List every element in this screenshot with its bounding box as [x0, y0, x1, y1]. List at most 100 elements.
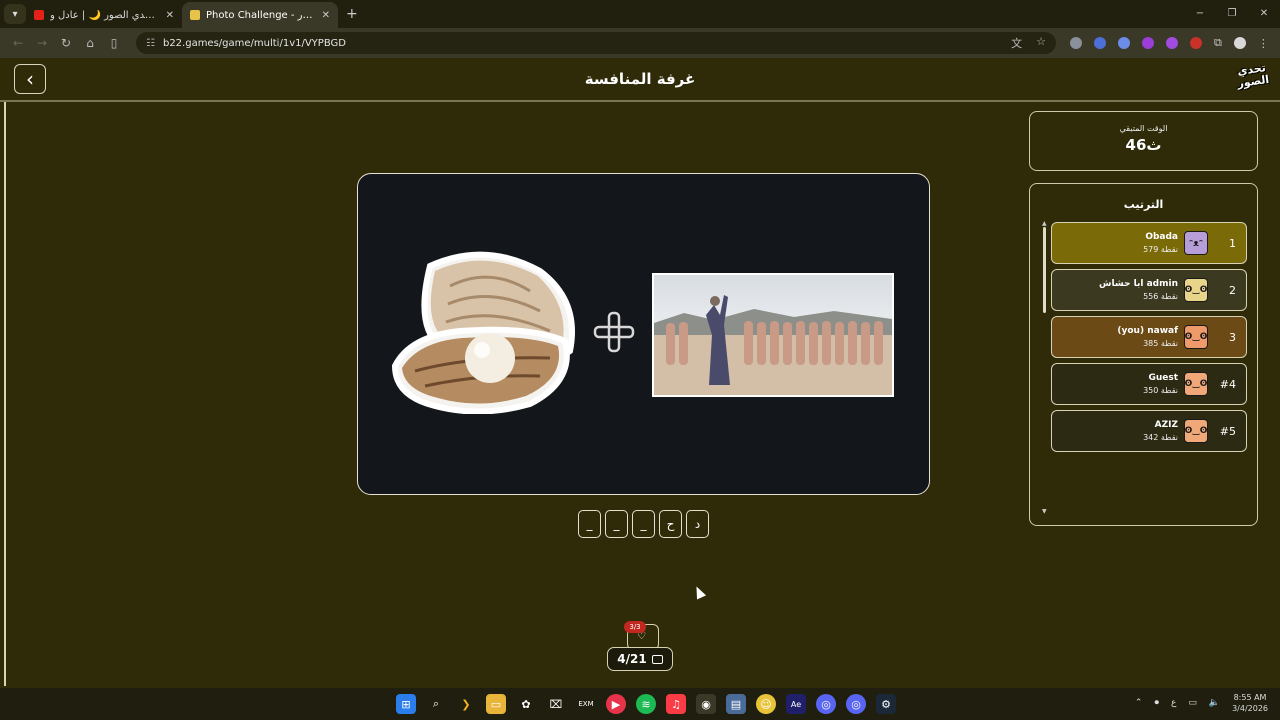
- clock-date: 3/4/2026: [1232, 704, 1268, 713]
- language-indicator[interactable]: ع: [1171, 698, 1176, 708]
- music-icon[interactable]: ♫: [666, 694, 686, 714]
- close-tab-icon[interactable]: ✕: [322, 10, 330, 21]
- app-icon[interactable]: ⌧: [546, 694, 566, 714]
- url-text: b22.games/game/multi/1v1/VYPBGD: [162, 37, 346, 49]
- extension-icon[interactable]: [1166, 37, 1178, 49]
- answer-slot[interactable]: _: [578, 510, 601, 538]
- answer-slot[interactable]: ح: [659, 510, 682, 538]
- player-avatar-icon: ʘ‿ʘ: [1184, 325, 1208, 349]
- ranking-row: Obada 579 نقطة ᵔᴥᵔ 1: [1051, 222, 1247, 264]
- extension-icon[interactable]: [1118, 37, 1130, 49]
- page-scrollbar[interactable]: [4, 102, 6, 686]
- microphone-icon[interactable]: ⏺: [1154, 698, 1159, 708]
- page-header: ‹ غرفة المنافسة تحدي الصور: [0, 58, 1280, 102]
- browser-menu-icon[interactable]: ⋮: [1258, 37, 1269, 50]
- player-rank: #5: [1219, 424, 1236, 438]
- ranking-list: Obada 579 نقطة ᵔᴥᵔ 1 ابا حشاش admin 556 نق…: [1051, 222, 1247, 457]
- ranking-row: AZIZ 342 نقطة ʘ‿ʘ #5: [1051, 410, 1247, 452]
- media-player-icon[interactable]: ▶: [606, 694, 626, 714]
- site-info-icon[interactable]: ☷: [146, 38, 155, 49]
- close-tab-icon[interactable]: ✕: [166, 10, 174, 21]
- round-counter-value: 4/21: [617, 652, 647, 666]
- site-logo[interactable]: تحدي الصور: [1232, 61, 1274, 99]
- ranking-row: ابا حشاش admin 556 نقطة ʘ‿ʘ 2: [1051, 269, 1247, 311]
- pearl-oyster-image: [391, 251, 575, 414]
- chrome-icon[interactable]: ◉: [696, 694, 716, 714]
- reload-icon[interactable]: ↻: [54, 36, 78, 50]
- split-view-icon[interactable]: ▯: [102, 36, 126, 50]
- player-points: 579 نقطة: [1143, 245, 1178, 254]
- player-name: AZIZ: [1154, 420, 1178, 430]
- browser-toolbar: ← → ↻ ⌂ ▯ ☷ b22.games/game/multi/1v1/VYP…: [0, 28, 1280, 58]
- app-icon[interactable]: ✿: [516, 694, 536, 714]
- maximize-button[interactable]: ❐: [1216, 0, 1248, 28]
- extension-icon[interactable]: [1190, 37, 1202, 49]
- player-name: (you) nawaf: [1117, 326, 1178, 336]
- search-icon[interactable]: ⌕: [426, 694, 446, 714]
- game-page: ‹ غرفة المنافسة تحدي الصور الوقت المتبقي…: [0, 58, 1280, 688]
- discord-icon[interactable]: ◎: [846, 694, 866, 714]
- player-avatar-icon: ʘ‿ʘ: [1184, 419, 1208, 443]
- tab-photo-challenge[interactable]: Photo Challenge - تحدي الصور ✕: [182, 2, 338, 28]
- youtube-favicon-icon: [34, 10, 44, 20]
- mouse-cursor-icon: [691, 584, 707, 600]
- ranking-scrollbar[interactable]: [1043, 227, 1046, 313]
- steam-icon[interactable]: ⚙: [876, 694, 896, 714]
- image-icon: [651, 654, 663, 664]
- tab-search-button[interactable]: ▾: [4, 4, 26, 24]
- hints-remaining-badge: 3/3: [624, 621, 646, 633]
- ranking-row: (you) nawaf 385 نقطة ʘ‿ʘ 3: [1051, 316, 1247, 358]
- network-icon[interactable]: ▭: [1188, 698, 1197, 708]
- scroll-up-icon[interactable]: ▲: [1042, 220, 1047, 227]
- extensions-puzzle-icon[interactable]: ⧉: [1214, 36, 1222, 50]
- player-name: ابا حشاش admin: [1099, 279, 1178, 289]
- forward-nav-icon[interactable]: →: [30, 36, 54, 50]
- close-window-button[interactable]: ✕: [1248, 0, 1280, 28]
- page-title: غرفة المنافسة: [584, 70, 696, 88]
- spotify-icon[interactable]: ≋: [636, 694, 656, 714]
- minimize-button[interactable]: −: [1184, 0, 1216, 28]
- tab-title: Photo Challenge - تحدي الصور: [206, 9, 316, 21]
- extension-icon[interactable]: [1094, 37, 1106, 49]
- answer-slot[interactable]: _: [632, 510, 655, 538]
- extension-icon[interactable]: [1142, 37, 1154, 49]
- game-favicon-icon: [190, 10, 200, 20]
- player-points: 556 نقطة: [1143, 292, 1178, 301]
- window-controls: − ❐ ✕: [1184, 0, 1280, 28]
- tab-title: بطولة تحدي الصور 🌙 | عادل و...: [50, 9, 160, 21]
- windows-start-icon[interactable]: ⊞: [396, 694, 416, 714]
- browser-tab-bar: ▾ بطولة تحدي الصور 🌙 | عادل و... ✕ Photo…: [0, 0, 1280, 28]
- tray-chevron-icon[interactable]: ⌃: [1135, 698, 1143, 708]
- new-tab-button[interactable]: +: [346, 6, 358, 22]
- discord-icon[interactable]: ◎: [816, 694, 836, 714]
- timer-value: 46ث: [1125, 136, 1162, 154]
- profile-avatar[interactable]: [1233, 37, 1246, 49]
- answer-slot[interactable]: _: [605, 510, 628, 538]
- home-icon[interactable]: ⌂: [78, 36, 102, 50]
- address-bar[interactable]: ☷ b22.games/game/multi/1v1/VYPBGD 文 ☆: [136, 32, 1056, 54]
- scroll-down-icon[interactable]: ▼: [1042, 508, 1047, 515]
- app-icon[interactable]: ☺: [756, 694, 776, 714]
- player-rank: #4: [1219, 377, 1236, 391]
- tab-tournament[interactable]: بطولة تحدي الصور 🌙 | عادل و... ✕: [26, 2, 182, 28]
- bookmark-star-icon[interactable]: ☆: [1036, 35, 1046, 51]
- answer-slot[interactable]: د: [686, 510, 709, 538]
- app-icon[interactable]: ▤: [726, 694, 746, 714]
- plus-icon: [593, 311, 635, 353]
- app-arrow-icon[interactable]: ❯: [456, 694, 476, 714]
- translate-icon[interactable]: 文: [1011, 35, 1022, 51]
- after-effects-icon[interactable]: Ae: [786, 694, 806, 714]
- player-rank: 2: [1229, 283, 1236, 297]
- clock[interactable]: 8:55 AM 3/4/2026: [1232, 692, 1268, 714]
- taskbar-apps: ⊞ ⌕ ❯ ▭ ✿ ⌧ EXM ▶ ≋ ♫ ◉ ▤ ☺ Ae ◎ ◎ ⚙: [396, 694, 896, 714]
- player-rank: 3: [1229, 330, 1236, 344]
- back-nav-icon[interactable]: ←: [6, 36, 30, 50]
- women-dancing-photo: [652, 273, 894, 397]
- app-icon[interactable]: EXM: [576, 694, 596, 714]
- volume-icon[interactable]: 🔈: [1209, 698, 1220, 708]
- extension-icon[interactable]: [1070, 37, 1082, 49]
- file-explorer-icon[interactable]: ▭: [486, 694, 506, 714]
- timer-label: الوقت المتبقي: [1119, 124, 1168, 133]
- ranking-title: الترتيب: [1123, 198, 1164, 211]
- clock-time: 8:55 AM: [1233, 693, 1267, 702]
